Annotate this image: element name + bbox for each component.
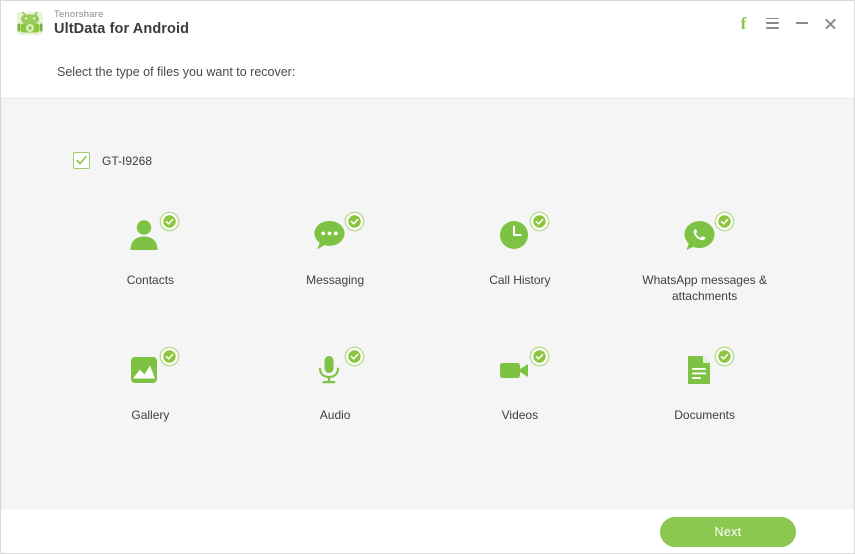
brand-text: Tenorshare UltData for Android (54, 10, 189, 36)
messaging-bubble-icon (309, 215, 349, 260)
selected-check-badge-icon (344, 211, 365, 232)
file-type-documents[interactable]: Documents (612, 346, 797, 423)
selected-check-badge-icon (159, 211, 180, 232)
instruction-bar: Select the type of files you want to rec… (1, 45, 854, 99)
app-window: Tenorshare UltData for Android f Select … (0, 0, 855, 554)
file-type-icon-wrap (118, 346, 182, 396)
file-type-label: WhatsApp messages & attachments (642, 273, 767, 304)
device-name-label: GT-I9268 (102, 153, 153, 168)
file-type-whatsapp[interactable]: WhatsApp messages & attachments (612, 211, 797, 304)
file-type-label: Videos (501, 408, 539, 423)
file-type-call-history[interactable]: Call History (428, 211, 613, 304)
file-type-videos[interactable]: Videos (428, 346, 613, 423)
file-type-icon-wrap (488, 211, 552, 261)
facebook-button[interactable]: f (736, 15, 751, 32)
facebook-icon: f (740, 13, 747, 33)
documents-page-icon (679, 350, 719, 395)
brand-title: UltData for Android (54, 20, 190, 37)
window-controls: f (736, 15, 844, 32)
file-type-messaging[interactable]: Messaging (243, 211, 428, 304)
videos-camera-icon (494, 350, 534, 395)
file-type-icon-wrap (303, 211, 367, 261)
minimize-icon (795, 22, 808, 24)
file-type-label: Documents (674, 408, 735, 423)
file-type-grid: Contacts Messaging Call History WhatsApp… (2, 211, 853, 424)
file-type-icon-wrap (303, 346, 367, 396)
selected-check-badge-icon (714, 211, 735, 232)
selected-check-badge-icon (529, 211, 550, 232)
menu-button[interactable] (765, 15, 780, 32)
call-history-clock-icon (494, 215, 534, 260)
file-type-audio[interactable]: Audio (243, 346, 428, 423)
android-robot-icon (15, 8, 45, 38)
file-type-icon-wrap (673, 346, 737, 396)
next-button[interactable]: Next (660, 517, 796, 547)
close-button[interactable] (823, 15, 838, 32)
title-bar: Tenorshare UltData for Android f (1, 1, 854, 45)
device-row[interactable]: GT-I9268 (2, 99, 853, 169)
contacts-person-icon (124, 215, 164, 260)
gallery-image-icon (124, 350, 164, 395)
file-type-label: Contacts (126, 273, 175, 287)
checkmark-icon (76, 155, 87, 165)
hamburger-menu-icon (766, 17, 779, 29)
content-panel: GT-I9268 Contacts Messaging Call History… (1, 99, 854, 509)
close-icon (824, 17, 837, 30)
footer-bar: Next (1, 509, 854, 553)
file-type-label: Messaging (306, 273, 365, 287)
minimize-button[interactable] (794, 15, 809, 32)
selected-check-badge-icon (159, 346, 180, 367)
file-type-label: Audio (319, 408, 351, 423)
file-type-label: Gallery (131, 408, 170, 423)
brand-subtitle: Tenorshare (54, 9, 104, 20)
file-type-icon-wrap (118, 211, 182, 261)
file-type-label: Call History (489, 273, 551, 287)
whatsapp-icon (679, 215, 719, 260)
audio-microphone-icon (309, 350, 349, 395)
app-brand: Tenorshare UltData for Android (15, 8, 189, 38)
selected-check-badge-icon (529, 346, 550, 367)
selected-check-badge-icon (714, 346, 735, 367)
instruction-text: Select the type of files you want to rec… (57, 64, 296, 79)
file-type-contacts[interactable]: Contacts (58, 211, 243, 304)
file-type-icon-wrap (673, 211, 737, 261)
selected-check-badge-icon (344, 346, 365, 367)
device-checkbox[interactable] (73, 152, 90, 169)
file-type-gallery[interactable]: Gallery (58, 346, 243, 423)
file-type-icon-wrap (488, 346, 552, 396)
